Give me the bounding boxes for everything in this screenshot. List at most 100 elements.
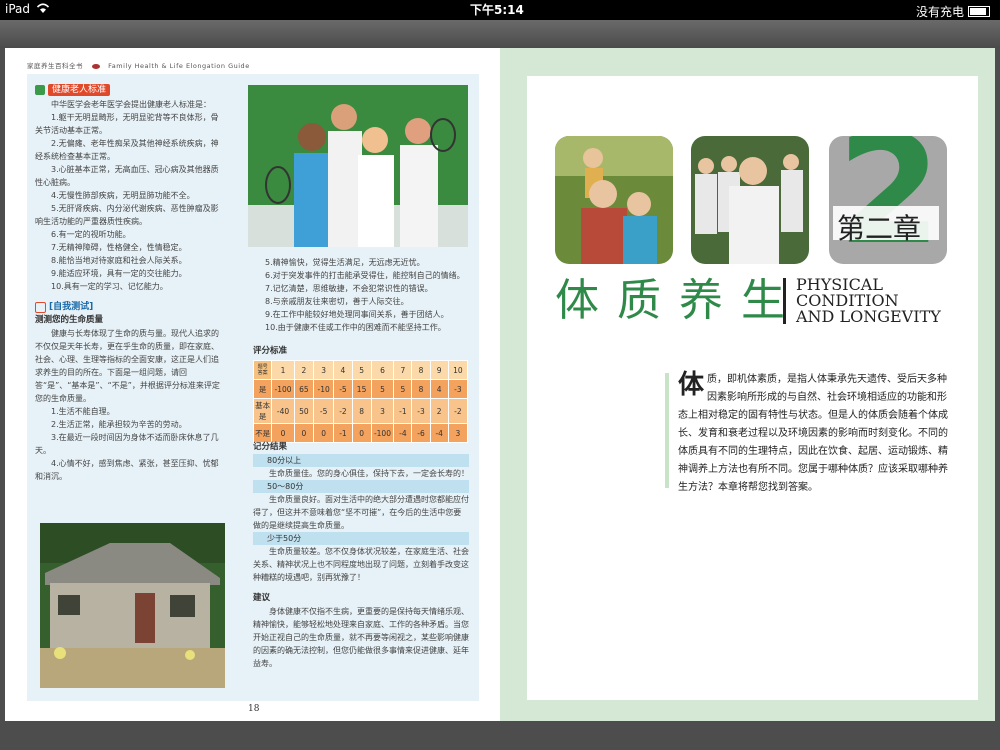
column-header: 6	[370, 360, 395, 380]
list-item: 8.与亲戚朋友往来密切，善于人际交往。	[265, 297, 409, 306]
list-item: 3.心脏基本正常，无高血压、冠心病及其他器质性心脏病。	[35, 165, 219, 187]
column-header: 2	[293, 360, 314, 380]
row-label: 是	[252, 379, 273, 399]
section-leaf-icon	[35, 85, 45, 95]
baseball-photo	[691, 136, 809, 264]
table-cell: -4	[393, 423, 413, 443]
header-cn: 家庭养生百科全书	[27, 62, 83, 70]
status-bar: iPad 下午5:14 没有充电	[0, 0, 1000, 20]
table-row: 基本是 -40 50 -5 -2 8 3 -1 -3 2 -2	[252, 398, 469, 424]
running-header: 家庭养生百科全书 Family Health & Life Elongation…	[27, 60, 250, 70]
table-cell: -1	[393, 398, 413, 424]
list-item: 4.心情不好，感到焦虑、紧张，甚至压抑、忧郁和消沉。	[35, 459, 219, 481]
clock: 下午5:14	[470, 3, 524, 17]
result-text: 生命质量良好。面对生活中的绝大部分遭遇时您都能应付得了，但这并不意味着您“坚不可…	[253, 495, 469, 530]
criteria-list: 1.躯干无明显畸形，无明显驼背等不良体形，骨关节活动基本正常。 2.无偏瘫、老年…	[35, 111, 225, 293]
left-page[interactable]: 家庭养生百科全书 Family Health & Life Elongation…	[5, 48, 500, 721]
table-cell: -3	[447, 379, 469, 399]
score-table-title: 评分标准	[253, 346, 288, 356]
table-cell: -40	[271, 398, 295, 424]
header-en: Family Health & Life Elongation Guide	[108, 62, 250, 70]
family-photo	[555, 136, 673, 264]
cabin-photo	[40, 523, 225, 688]
column-header: 5	[351, 360, 372, 380]
intro-text: 质，即机体素质，是指人体秉承先天遗传、受后天多种因素影响所形成的与自然、社会环境…	[678, 374, 948, 493]
advice-text: 身体健康不仅指不生病，更重要的是保持每天情绪乐观、精神愉快，能够轻松地处理来自家…	[253, 607, 469, 668]
table-row: 不是 0 0 0 -1 0 -100 -4 -6 -4 3	[252, 423, 469, 443]
table-cell: -100	[271, 379, 295, 399]
table-cell: -2	[447, 398, 469, 424]
section-title-self-test: [自我测试]	[49, 302, 94, 312]
list-item: 1.躯干无明显畸形，无明显驼背等不良体形，骨关节活动基本正常。	[35, 113, 219, 135]
battery-label: 没有充电	[915, 5, 964, 19]
table-cell: 4	[429, 379, 449, 399]
table-cell: 65	[293, 379, 314, 399]
right-page[interactable]: 2 第二章 体质养生 PHYSICAL CONDITION AND LONGEV…	[500, 48, 995, 721]
list-item: 10.由于健康不佳或工作中的困难而不能坚持工作。	[265, 323, 446, 332]
table-cell: 0	[351, 423, 372, 443]
list-item: 9.在工作中能较好地处理同事间关系，善于团结人。	[265, 310, 449, 319]
advice-title: 建议	[253, 593, 271, 603]
chapter-title-en: PHYSICAL CONDITION AND LONGEVITY	[796, 277, 941, 325]
chapter-intro: 体 质，即机体素质，是指人体秉承先天遗传、受后天多种因素影响所形成的与自然、社会…	[678, 371, 956, 497]
self-test-subtitle: 测测您的生命质量	[35, 315, 104, 325]
table-cell: -6	[411, 423, 431, 443]
table-cell: 5	[370, 379, 395, 399]
table-cell: 0	[312, 423, 335, 443]
table-cell: 3	[370, 398, 395, 424]
right-column: 5.精神愉快，觉得生活满足，无远虑无近忧。 6.对于突发事件的打击能承受得住，能…	[263, 256, 473, 334]
pencil-icon	[35, 302, 46, 313]
result-text: 生命质量佳。您的身心俱佳，保持下去，一定会长寿的！	[269, 469, 469, 478]
table-cell: 3	[447, 423, 469, 443]
bottom-bar	[0, 721, 1000, 750]
result-band: 80分以上	[253, 454, 469, 467]
table-cell: 50	[293, 398, 314, 424]
device-label: iPad	[5, 2, 31, 16]
intro-dropcap: 体	[678, 370, 705, 400]
section-title-healthy-elderly: 健康老人标准	[48, 84, 111, 96]
results-title: 记分结果	[253, 442, 288, 452]
table-cell: -5	[312, 398, 335, 424]
table-cell: -2	[333, 398, 353, 424]
table-cell: -100	[370, 423, 395, 443]
score-table-block: 评分标准 题号 答案 1 2 3 4 5 6 7 8 9 10 是 -100 65…	[252, 344, 469, 443]
score-table: 题号 答案 1 2 3 4 5 6 7 8 9 10 是 -100 65 -10 …	[252, 360, 469, 443]
intro-rule	[665, 373, 669, 488]
chapter-number-tile: 2 第二章	[829, 136, 947, 264]
list-item: 6.有一定的视听功能。	[51, 230, 131, 239]
column-header: 10	[447, 360, 469, 380]
list-item: 5.无肝肾疾病、内分泌代谢疾病、恶性肿瘤及影响生活功能的严重器质性疾病。	[35, 204, 219, 226]
chapter-label: 第二章	[837, 212, 922, 245]
column-header: 1	[271, 360, 295, 380]
list-item: 2.生活正常，能承担较为辛苦的劳动。	[51, 420, 187, 429]
table-cell: 8	[351, 398, 372, 424]
table-cell: 0	[293, 423, 314, 443]
list-item: 4.无慢性肺部疾病，无明显肺功能不全。	[51, 191, 195, 200]
table-cell: -4	[429, 423, 449, 443]
table-cell: 8	[411, 379, 431, 399]
column-header: 3	[312, 360, 335, 380]
table-row: 是 -100 65 -10 -5 15 5 5 8 4 -3	[252, 379, 469, 399]
wifi-icon	[36, 2, 50, 17]
left-column: 健康老人标准 中华医学会老年医学会提出健康老人标准是： 1.躯干无明显畸形，无明…	[35, 84, 225, 483]
table-cell: 5	[393, 379, 413, 399]
list-item: 10.具有一定的学习、记忆能力。	[51, 282, 168, 291]
list-item: 6.对于突发事件的打击能承受得住，能控制自己的情绪。	[265, 271, 465, 280]
leaf-icon	[91, 63, 100, 69]
list-item: 8.能恰当地对待家庭和社会人际关系。	[51, 256, 187, 265]
list-item: 1.生活不能自理。	[51, 407, 115, 416]
column-header: 9	[429, 360, 449, 380]
table-corner: 题号 答案	[252, 360, 273, 380]
row-label: 不是	[252, 423, 273, 443]
table-cell: 15	[351, 379, 372, 399]
result-band: 少于50分	[253, 532, 469, 545]
result-text: 生命质量较差。您不仅身体状况较差，在家庭生活、社会关系、精神状况上也不同程度地出…	[253, 547, 469, 582]
list-item: 5.精神愉快，觉得生活满足，无远虑无近忧。	[265, 258, 425, 267]
table-cell: 0	[271, 423, 295, 443]
table-cell: -5	[333, 379, 353, 399]
title-divider	[783, 278, 786, 324]
list-item: 9.能适应环境，具有一定的交往能力。	[51, 269, 187, 278]
row-label: 基本是	[252, 398, 273, 424]
result-band: 50～80分	[253, 480, 469, 493]
table-cell: -10	[312, 379, 335, 399]
